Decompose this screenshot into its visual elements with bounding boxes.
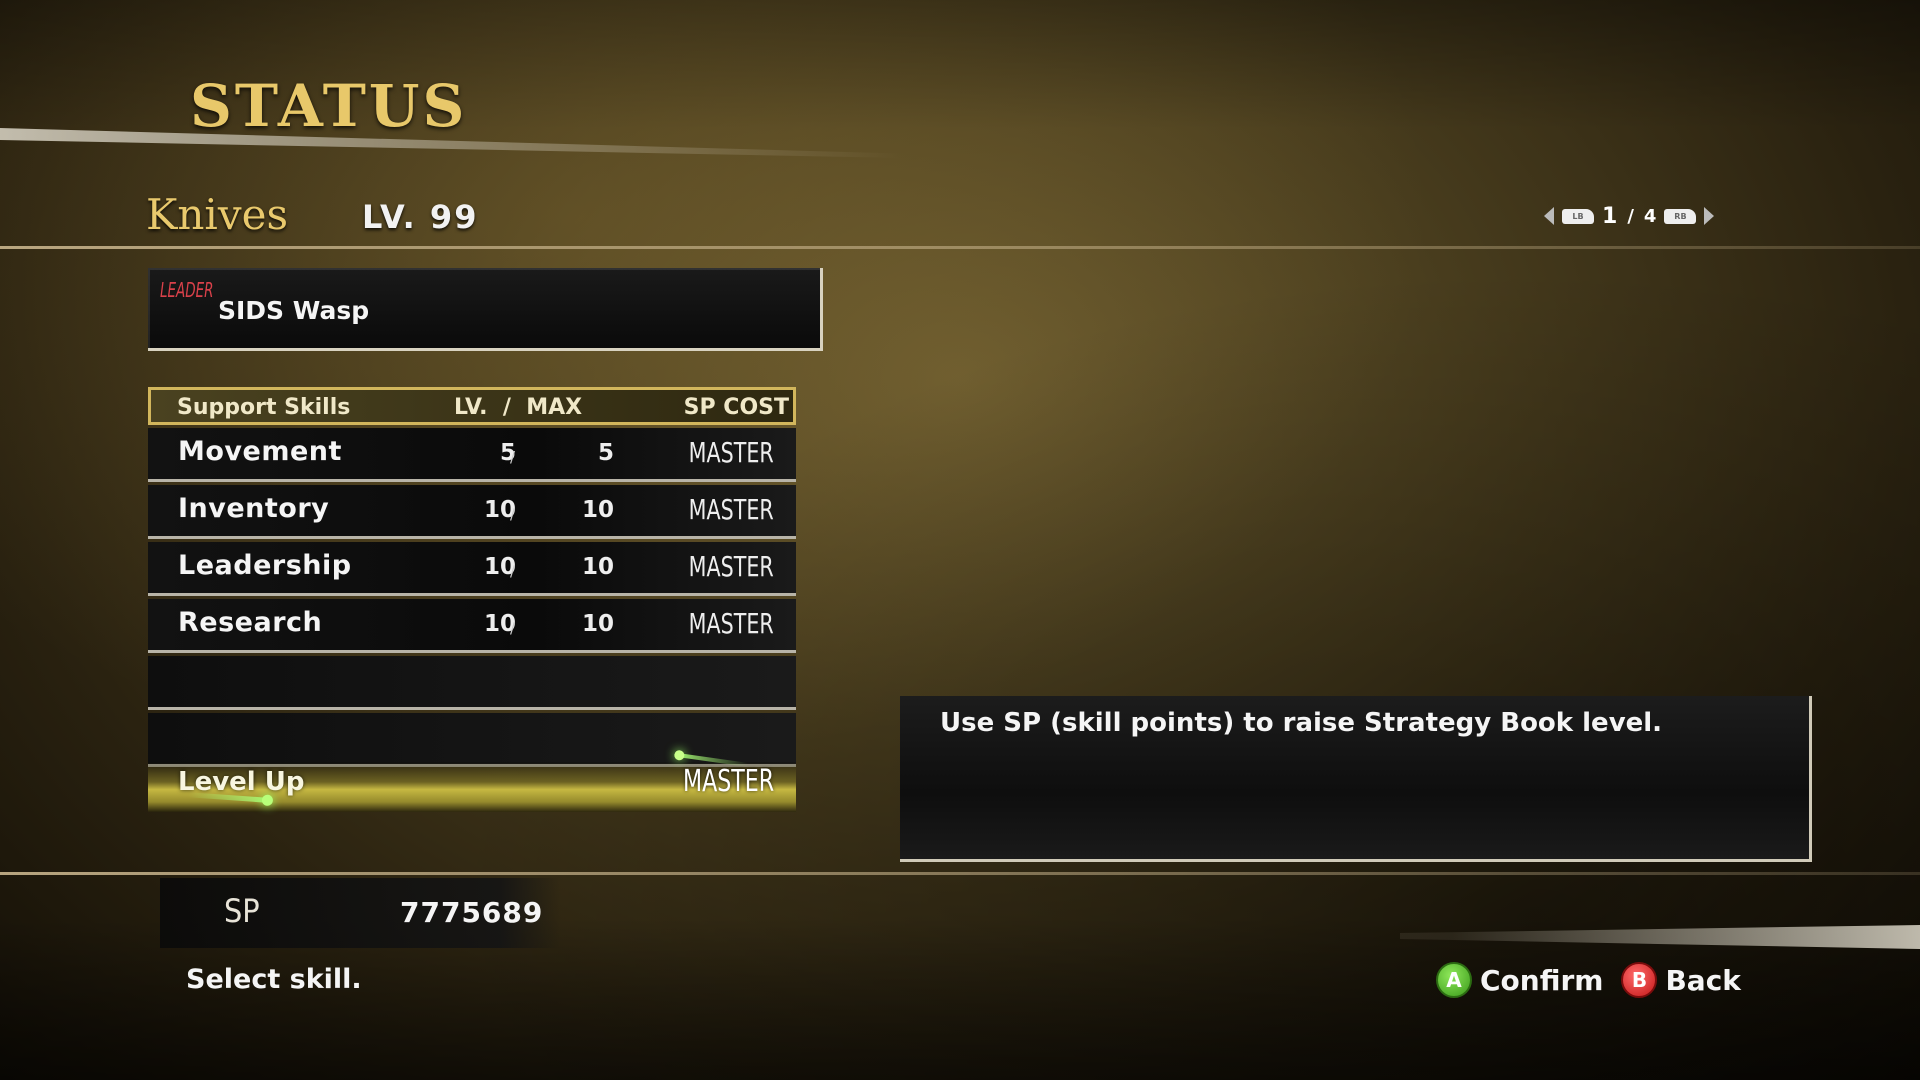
character-name: Knives — [146, 190, 288, 239]
page-title: STATUS — [190, 72, 468, 140]
table-header: Support Skills LV. / MAX SP COST — [148, 387, 796, 425]
skill-max: 5 — [597, 440, 614, 466]
bottom-swoosh-decoration — [1400, 925, 1920, 949]
skill-sp-cost: MASTER — [688, 607, 774, 640]
skill-name: Inventory — [178, 493, 330, 524]
instruction-hint: Select skill. — [186, 964, 362, 995]
leader-name: SIDS Wasp — [218, 296, 370, 325]
skill-max: 10 — [581, 497, 614, 523]
skill-sp-cost: MASTER — [688, 436, 774, 469]
level-up-row-selected[interactable]: Level Up MASTER — [148, 753, 796, 812]
skill-row-leadership[interactable]: Leadership 10 / 10 MASTER — [148, 542, 796, 596]
page-current: 1 — [1602, 203, 1618, 229]
level-up-label: Level Up — [178, 767, 305, 797]
sp-panel: SP 7775689 — [160, 878, 560, 948]
character-level: LV. 99 — [362, 198, 479, 236]
rb-bumper-icon[interactable]: RB — [1664, 208, 1697, 224]
skill-max: 10 — [581, 611, 614, 637]
header-sp-cost: SP COST — [683, 395, 789, 420]
lb-bumper-icon[interactable]: LB — [1562, 208, 1594, 224]
skill-name: Movement — [178, 436, 342, 467]
support-skills-table: Support Skills LV. / MAX SP COST Movemen… — [148, 387, 796, 767]
skill-row-empty — [148, 656, 796, 710]
level-separator: / — [510, 619, 516, 637]
page-next-arrow-icon[interactable] — [1704, 207, 1715, 225]
leader-panel: LEADER SIDS Wasp — [148, 268, 823, 351]
b-button-icon[interactable]: B — [1621, 962, 1658, 998]
sp-value: 7775689 — [400, 896, 544, 929]
description-panel: Use SP (skill points) to raise Strategy … — [900, 696, 1812, 862]
description-text: Use SP (skill points) to raise Strategy … — [940, 708, 1663, 738]
level-separator: / — [510, 562, 516, 580]
skill-row-research[interactable]: Research 10 / 10 MASTER — [148, 599, 796, 653]
header-support-skills: Support Skills — [177, 395, 351, 420]
page-prev-arrow-icon[interactable] — [1544, 207, 1554, 225]
page-separator: / — [1627, 205, 1634, 227]
skill-name: Research — [178, 607, 323, 638]
page-indicator: LB 1 / 4 RB — [1544, 202, 1715, 230]
page-total: 4 — [1643, 205, 1657, 227]
leader-tag: LEADER — [160, 278, 214, 302]
skill-row-inventory[interactable]: Inventory 10 / 10 MASTER — [148, 485, 796, 539]
level-separator: / — [510, 505, 516, 523]
header-divider — [0, 246, 1920, 249]
skill-row-movement[interactable]: Movement 5 / 5 MASTER — [148, 428, 796, 482]
header-lv-max: LV. / MAX — [454, 395, 583, 420]
a-button-icon[interactable]: A — [1436, 962, 1472, 998]
skill-sp-cost: MASTER — [688, 493, 774, 526]
skill-max: 10 — [581, 554, 614, 580]
level-up-sp-cost: MASTER — [682, 764, 774, 799]
back-label[interactable]: Back — [1665, 964, 1740, 997]
confirm-label[interactable]: Confirm — [1480, 964, 1603, 997]
sp-label: SP — [224, 892, 260, 930]
button-prompts: A Confirm B Back — [1436, 962, 1741, 998]
skill-sp-cost: MASTER — [688, 550, 774, 583]
level-separator: / — [510, 448, 516, 466]
skill-name: Leadership — [178, 550, 352, 581]
footer-divider — [0, 872, 1920, 875]
